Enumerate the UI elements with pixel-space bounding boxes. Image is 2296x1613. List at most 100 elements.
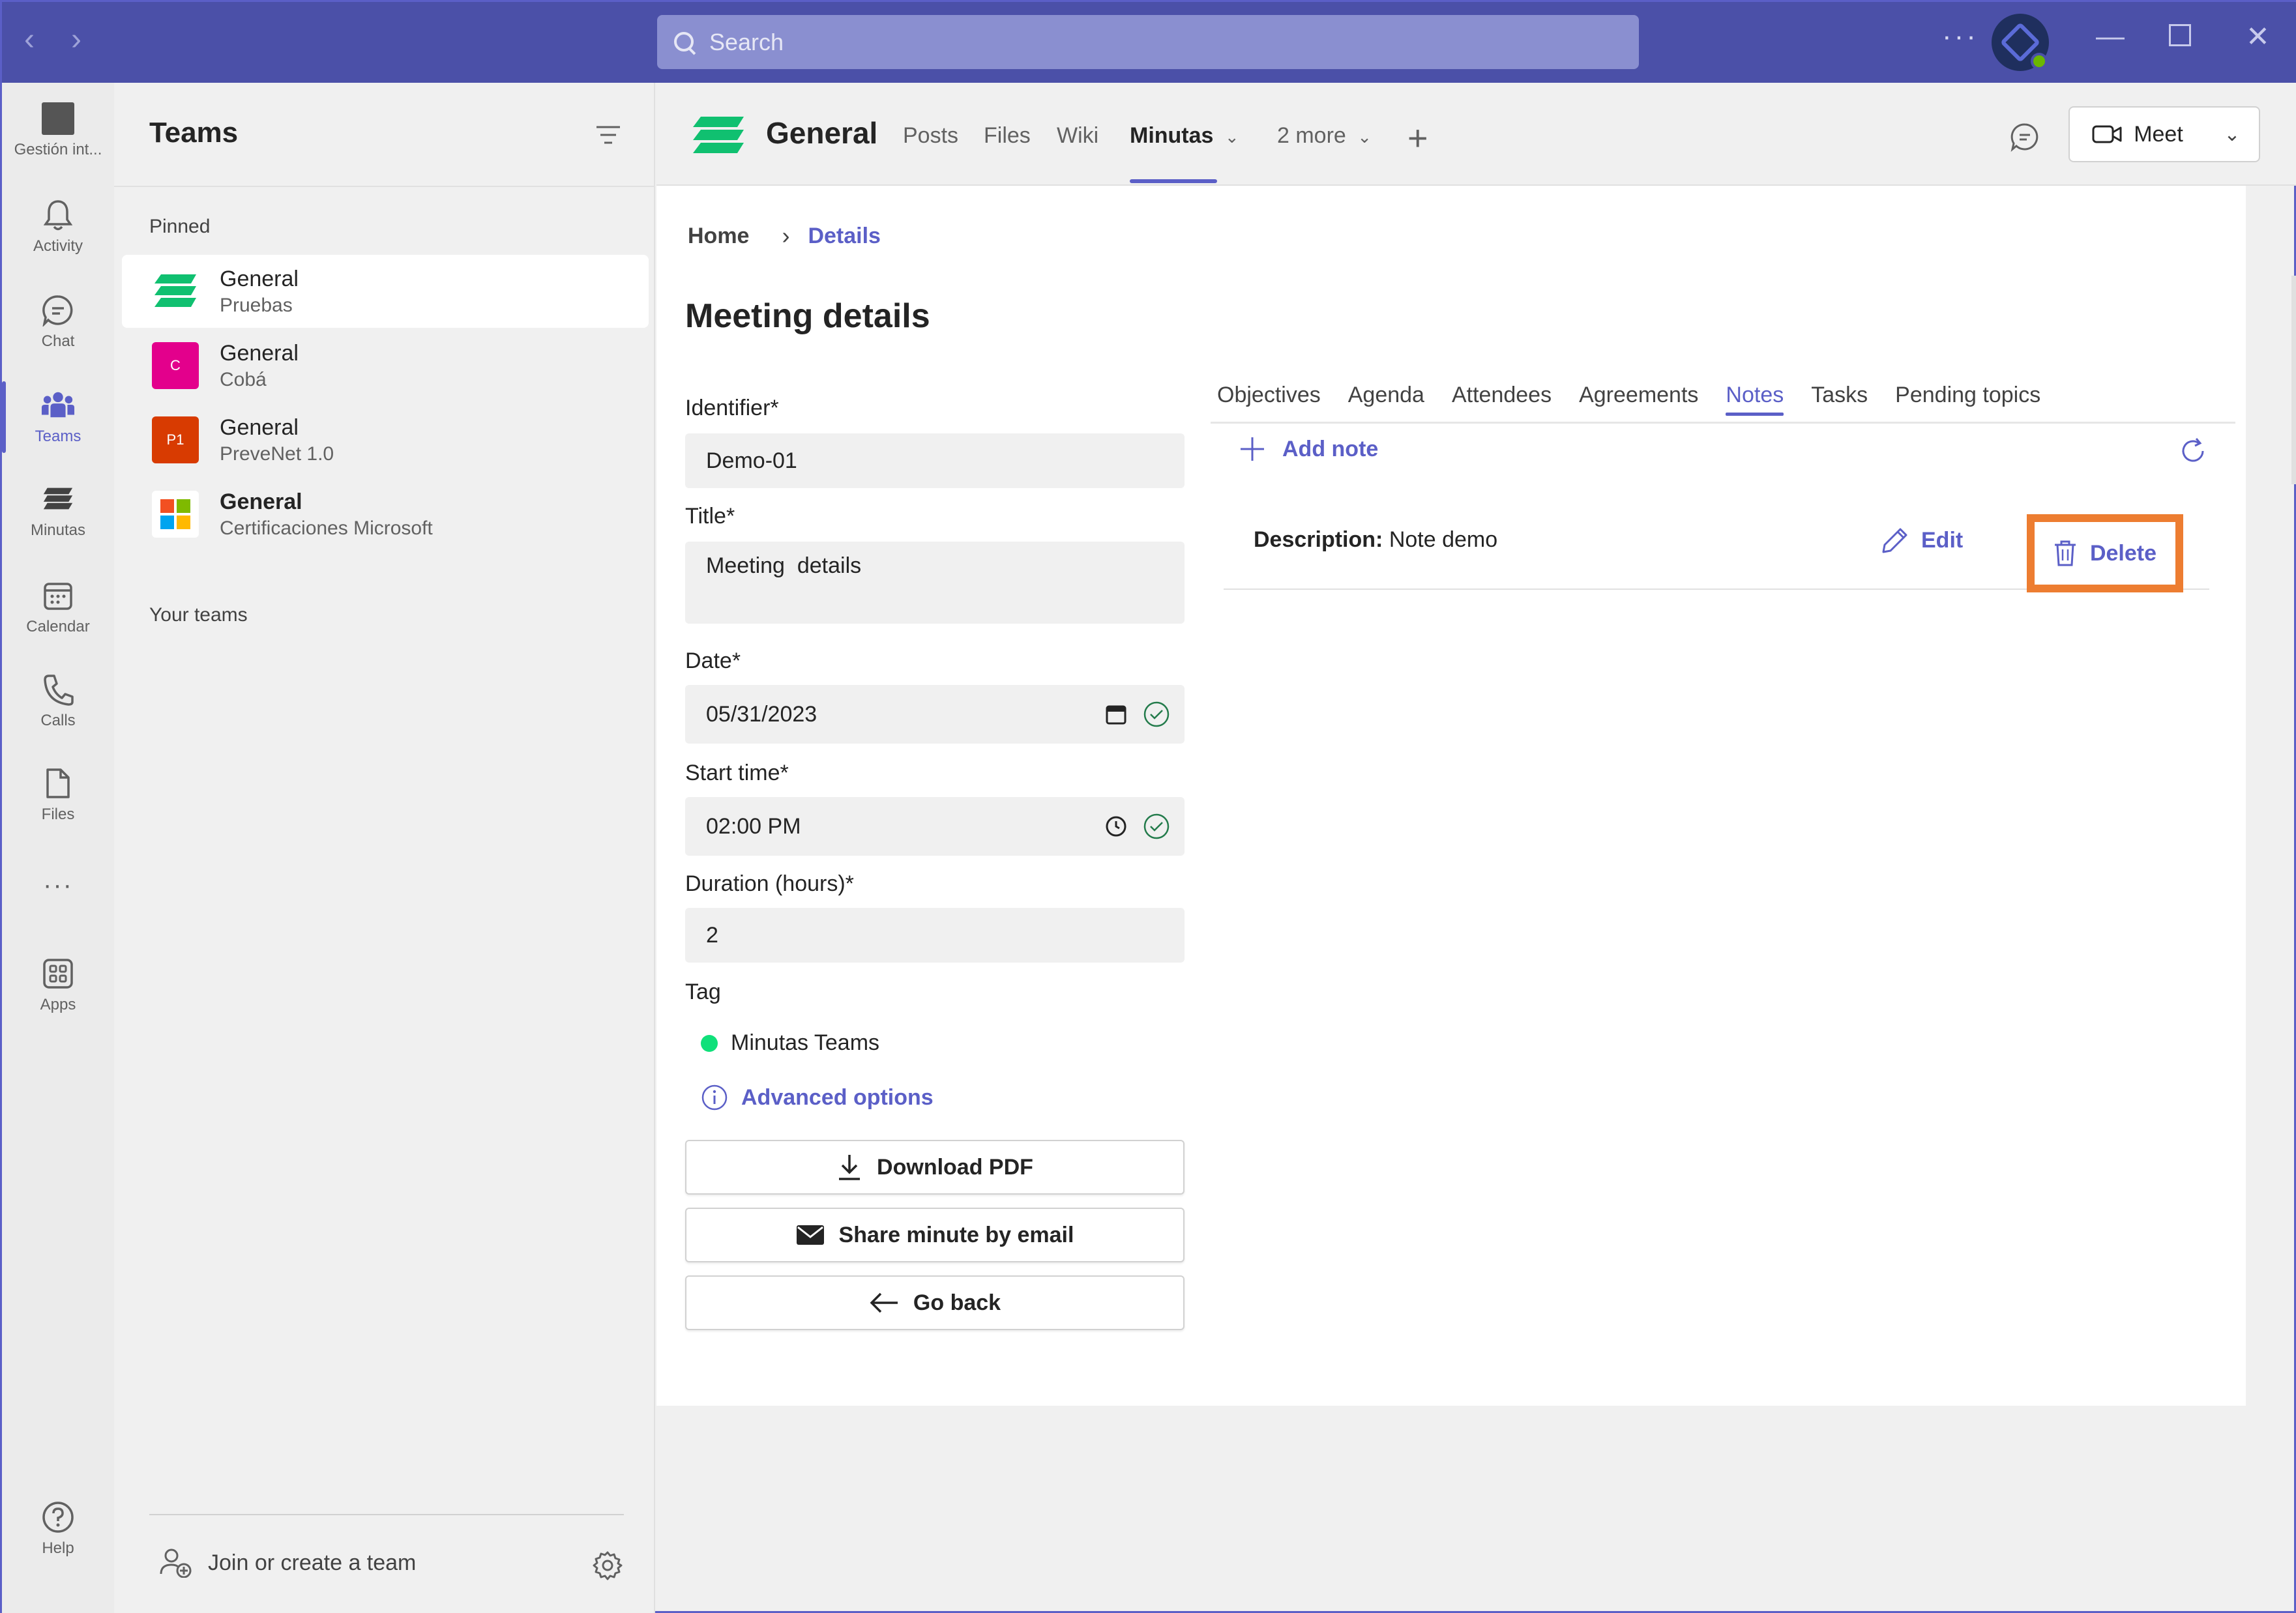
rail-item-calls[interactable]: Calls: [2, 659, 114, 744]
tab-pending-topics[interactable]: Pending topics: [1895, 383, 2040, 408]
maximize-icon[interactable]: [2169, 24, 2191, 46]
meet-dropdown-button[interactable]: ⌄: [2205, 106, 2260, 162]
valid-check-icon: [1143, 701, 1170, 727]
search-placeholder: Search: [709, 28, 784, 55]
teams-list-pane: Teams Pinned General Pruebas C General C…: [114, 83, 655, 1613]
edit-note-button[interactable]: Edit: [1881, 526, 1963, 555]
minutas-app-icon: [690, 114, 746, 160]
profile-avatar[interactable]: [1992, 14, 2049, 71]
rail-item-minutas[interactable]: Minutas: [2, 469, 114, 553]
rail-item-files[interactable]: Files: [2, 753, 114, 837]
rail-item-help[interactable]: Help: [2, 1487, 114, 1571]
tag-color-dot: [701, 1034, 718, 1052]
channel-header: General Posts Files Wiki Minutas ⌄ 2 mor…: [656, 83, 2296, 186]
teams-window: ‹ › Search ··· — ✕ Gestión int... Activi…: [0, 0, 2296, 1613]
back-arrow-icon[interactable]: ‹: [24, 22, 35, 57]
add-tab-icon[interactable]: +: [1407, 118, 1428, 158]
rail-item-teams[interactable]: Teams: [2, 375, 114, 459]
join-create-team-button[interactable]: Join or create a team: [160, 1548, 416, 1578]
refresh-icon[interactable]: [2178, 436, 2208, 469]
rail-item-more[interactable]: ···: [2, 843, 114, 927]
team-row-prevenet[interactable]: P1 General PreveNet 1.0: [122, 403, 649, 476]
add-note-label: Add note: [1282, 436, 1379, 461]
delete-label: Delete: [2089, 540, 2157, 566]
rail-item-gestion[interactable]: Gestión int...: [2, 88, 114, 173]
minutas-app-icon: [41, 482, 75, 516]
start-time-field[interactable]: 02:00 PM: [685, 797, 1185, 856]
rail-item-calendar[interactable]: Calendar: [2, 565, 114, 650]
tab-notes[interactable]: Notes: [1726, 383, 1784, 416]
envelope-icon: [796, 1225, 824, 1245]
delete-note-button[interactable]: Delete: [2027, 514, 2183, 592]
rail-label: Teams: [35, 428, 81, 445]
advanced-options-link[interactable]: Advanced options: [701, 1084, 934, 1111]
conversation-icon[interactable]: [2010, 122, 2040, 155]
tab-agenda[interactable]: Agenda: [1348, 383, 1424, 408]
filter-icon[interactable]: [595, 124, 621, 145]
clock-icon[interactable]: [1105, 815, 1127, 837]
team-row-coba[interactable]: C General Cobá: [122, 329, 649, 402]
plus-icon: [1241, 437, 1264, 461]
start-time-label: Start time*: [685, 761, 789, 785]
title-label: Title*: [685, 504, 735, 529]
team-row-pruebas[interactable]: General Pruebas: [122, 255, 649, 328]
tab-tasks[interactable]: Tasks: [1811, 383, 1868, 408]
rail-label: Calendar: [26, 618, 90, 635]
tab-more[interactable]: 2 more ⌄: [1277, 123, 1372, 149]
forward-arrow-icon[interactable]: ›: [71, 22, 81, 57]
rail-item-apps[interactable]: Apps: [2, 943, 114, 1028]
tab-label: Minutas: [1130, 123, 1214, 148]
breadcrumb-home[interactable]: Home: [688, 224, 749, 249]
minimize-icon[interactable]: —: [2096, 20, 2125, 53]
team-name: Cobá: [220, 368, 267, 390]
tab-objectives[interactable]: Objectives: [1217, 383, 1321, 408]
rail-label: Chat: [41, 332, 75, 350]
date-value: 05/31/2023: [706, 701, 817, 727]
detail-tabs: Objectives Agenda Attendees Agreements N…: [1217, 383, 2068, 416]
team-avatar: P1: [152, 416, 199, 463]
tab-wiki[interactable]: Wiki: [1057, 123, 1098, 149]
breadcrumb-current[interactable]: Details: [808, 224, 881, 249]
download-pdf-label: Download PDF: [877, 1154, 1033, 1180]
gear-icon[interactable]: [593, 1550, 623, 1584]
rail-item-chat[interactable]: Chat: [2, 280, 114, 364]
rail-label: Activity: [33, 237, 83, 255]
title-field[interactable]: Meeting details: [685, 542, 1185, 624]
your-teams-section-label: Your teams: [149, 604, 248, 626]
tab-attendees[interactable]: Attendees: [1452, 383, 1552, 408]
more-options-icon[interactable]: ···: [1942, 20, 1979, 53]
identifier-field[interactable]: Demo-01: [685, 433, 1185, 488]
meet-button[interactable]: Meet: [2068, 106, 2207, 162]
tag-value: Minutas Teams: [731, 1030, 880, 1055]
download-pdf-button[interactable]: Download PDF: [685, 1140, 1185, 1195]
add-note-button[interactable]: Add note: [1239, 436, 1378, 462]
close-icon[interactable]: ✕: [2246, 20, 2270, 53]
rail-item-activity[interactable]: Activity: [2, 184, 114, 269]
calendar-icon[interactable]: [1105, 703, 1127, 725]
info-icon: [701, 1084, 728, 1111]
note-description: Description: Note demo: [1254, 527, 1497, 553]
pencil-icon: [1882, 528, 1907, 553]
apps-grid-icon: [41, 957, 75, 991]
tag-chip[interactable]: Minutas Teams: [701, 1030, 879, 1056]
share-email-button[interactable]: Share minute by email: [685, 1208, 1185, 1262]
date-field[interactable]: 05/31/2023: [685, 685, 1185, 744]
search-icon: [673, 31, 696, 54]
tab-files[interactable]: Files: [984, 123, 1031, 149]
rail-label: Apps: [40, 996, 76, 1013]
team-avatar: C: [152, 342, 199, 389]
tab-agreements[interactable]: Agreements: [1579, 383, 1698, 408]
bell-icon: [41, 198, 75, 232]
search-box[interactable]: Search: [657, 15, 1639, 69]
duration-field[interactable]: 2: [685, 908, 1185, 963]
date-label: Date*: [685, 648, 741, 673]
go-back-button[interactable]: Go back: [685, 1275, 1185, 1330]
tab-minutas[interactable]: Minutas ⌄: [1130, 123, 1239, 149]
divider: [114, 186, 655, 187]
team-row-certificaciones[interactable]: General Certificaciones Microsoft: [122, 478, 649, 551]
tab-posts[interactable]: Posts: [903, 123, 958, 149]
note-item: Description: Note demo Edit Delete: [1224, 492, 2209, 592]
breadcrumb: Home › Details: [688, 222, 881, 250]
scrollbar-edge[interactable]: [2291, 276, 2296, 484]
tag-label: Tag: [685, 980, 721, 1004]
